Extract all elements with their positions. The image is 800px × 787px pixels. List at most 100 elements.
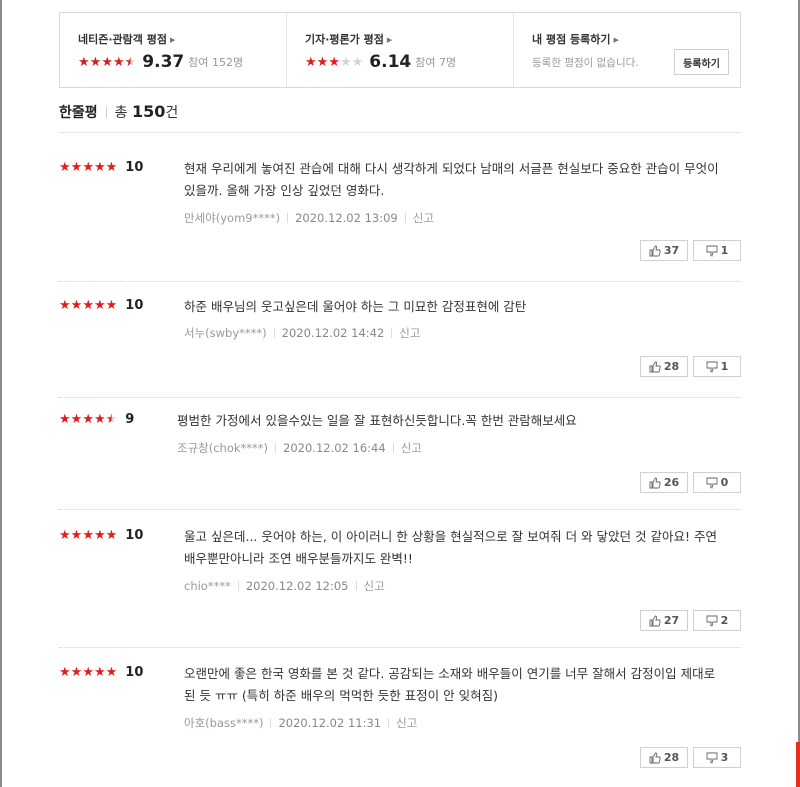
review-text: 하준 배우님의 웃고싶은데 울어야 하는 그 미묘한 감정표현에 감탄 xyxy=(184,299,527,314)
star-icon: ★ xyxy=(82,664,94,680)
report-link[interactable]: 신고 xyxy=(364,579,385,593)
star-icon: ★ xyxy=(82,527,94,543)
review-vote-buttons: 37 1 xyxy=(640,240,741,261)
review-rating: ★ ★ ★ ★ ★ 10 xyxy=(59,296,143,314)
review-date: 2020.12.02 16:44 xyxy=(283,441,386,455)
critic-stars: ★ ★ ★ ★ ★ xyxy=(305,56,363,69)
thumbs-up-icon xyxy=(649,752,664,764)
star-icon: ★ xyxy=(328,54,340,70)
accent-marker xyxy=(796,742,800,787)
thumbs-up-icon xyxy=(649,361,664,373)
meta-divider xyxy=(392,443,394,453)
review-author[interactable]: 조규창(chok****) xyxy=(177,441,268,455)
dislike-button[interactable]: 1 xyxy=(693,240,741,261)
review-author[interactable]: 아호(bass****) xyxy=(184,716,263,730)
review-item: ★ ★ ★ ★ ★ 9 평범한 가정에서 있을수있는 일을 잘 표현하신듯합니다.꼭 한… xyxy=(59,410,741,496)
star-icon: ★ xyxy=(70,527,83,543)
star-icon: ★ xyxy=(93,297,106,313)
review-meta: 아호(bass****) 2020.12.02 11:31 신고 xyxy=(184,715,417,731)
dislike-button[interactable]: 2 xyxy=(693,610,741,631)
critic-rating-title[interactable]: 기자·평론가 평점 ▶ xyxy=(305,33,513,47)
netizen-rating-title[interactable]: 네티즌·관람객 평점 ▶ xyxy=(78,33,286,47)
review-stars: ★ ★ ★ ★ ★ xyxy=(59,529,117,542)
dislike-count: 1 xyxy=(720,244,729,257)
netizen-participants: 참여 152명 xyxy=(188,56,244,69)
star-icon: ★ xyxy=(93,411,106,427)
like-button[interactable]: 28 xyxy=(640,356,688,377)
star-icon: ★ xyxy=(70,664,83,680)
review-date: 2020.12.02 14:42 xyxy=(281,326,385,340)
header-divider xyxy=(105,107,107,118)
review-stars: ★ ★ ★ ★ ★ xyxy=(59,161,117,174)
dislike-count: 3 xyxy=(720,751,729,764)
reviews-count-prefix: 총 xyxy=(114,105,132,121)
my-rating-title[interactable]: 내 평점 등록하기 ▶ xyxy=(532,33,740,47)
star-icon: ★ xyxy=(105,159,118,175)
report-link[interactable]: 신고 xyxy=(401,441,422,455)
review-text: 평범한 가정에서 있을수있는 일을 잘 표현하신듯합니다.꼭 한번 관람해보세요 xyxy=(177,413,577,428)
like-button[interactable]: 28 xyxy=(640,747,688,768)
review-item: ★ ★ ★ ★ ★ 10 울고 싶은데... 웃어야 하는, 이 아이러니 한 상황을 … xyxy=(59,526,741,634)
like-button[interactable]: 27 xyxy=(640,610,688,631)
dislike-count: 2 xyxy=(720,614,729,627)
report-link[interactable]: 신고 xyxy=(396,716,417,730)
thumbs-down-icon xyxy=(706,615,721,627)
dislike-button[interactable]: 3 xyxy=(693,747,741,768)
dislike-count: 1 xyxy=(720,360,729,373)
reviews-header-label: 한줄평 xyxy=(59,105,98,121)
rating-summary: 네티즌·관람객 평점 ▶ ★ ★ ★ ★ ★ 9.37 참여 152명 기자·평론가 평점… xyxy=(59,12,741,88)
meta-divider xyxy=(391,328,393,338)
dislike-button[interactable]: 0 xyxy=(693,472,741,493)
star-icon: ★ xyxy=(70,159,83,175)
review-stars: ★ ★ ★ ★ ★ xyxy=(59,299,117,312)
reviews-count-suffix: 건 xyxy=(165,105,179,121)
review-text: 울고 싶은데... 웃어야 하는, 이 아이러니 한 상황을 현실적으로 잘 보… xyxy=(184,529,717,566)
thumbs-down-icon xyxy=(706,752,721,764)
like-button[interactable]: 26 xyxy=(640,472,688,493)
netizen-rating: 네티즌·관람객 평점 ▶ ★ ★ ★ ★ ★ 9.37 참여 152명 xyxy=(60,13,286,87)
review-text: 현재 우리에게 놓여진 관습에 대해 다시 생각하게 되었다 남매의 서글픈 현… xyxy=(184,161,719,198)
dislike-button[interactable]: 1 xyxy=(693,356,741,377)
reviews-count: 150 xyxy=(131,102,166,121)
register-rating-button[interactable]: 등록하기 xyxy=(674,49,729,75)
star-icon: ★ xyxy=(82,159,94,175)
report-link[interactable]: 신고 xyxy=(413,211,434,225)
critic-participants: 참여 7명 xyxy=(415,56,457,69)
thumbs-up-icon xyxy=(649,615,664,627)
critic-score: 6.14 xyxy=(369,52,412,72)
review-score: 10 xyxy=(125,527,144,543)
review-date: 2020.12.02 13:09 xyxy=(295,211,398,225)
review-author[interactable]: 서누(swby****) xyxy=(184,326,267,340)
star-icon: ★ xyxy=(93,159,106,175)
star-icon: ★ xyxy=(59,297,71,313)
star-icon: ★ xyxy=(351,54,364,70)
star-icon: ★ xyxy=(101,54,113,70)
like-count: 27 xyxy=(663,614,680,627)
review-author[interactable]: 만세야(yom9****) xyxy=(184,211,280,225)
review-rating: ★ ★ ★ ★ ★ 10 xyxy=(59,526,143,544)
meta-divider xyxy=(273,328,275,338)
meta-divider xyxy=(275,443,277,453)
review-stars: ★ ★ ★ ★ ★ xyxy=(59,413,117,426)
my-rating-empty-text: 등록한 평점이 없습니다. xyxy=(532,56,639,69)
review-vote-buttons: 27 2 xyxy=(640,610,741,631)
meta-divider xyxy=(355,581,357,591)
caret-right-icon: ▶ xyxy=(169,36,176,44)
star-icon: ★ xyxy=(339,54,352,70)
star-icon: ★ xyxy=(70,411,83,427)
dislike-count: 0 xyxy=(720,476,729,489)
meta-divider xyxy=(270,718,272,728)
my-rating: 내 평점 등록하기 ▶ 등록한 평점이 없습니다. 등록하기 xyxy=(513,13,740,87)
critic-rating: 기자·평론가 평점 ▶ ★ ★ ★ ★ ★ 6.14 참여 7명 xyxy=(286,13,513,87)
star-icon: ★ xyxy=(59,664,71,680)
review-item: ★ ★ ★ ★ ★ 10 하준 배우님의 웃고싶은데 울어야 하는 그 미묘한 감정표현… xyxy=(59,296,741,380)
like-count: 28 xyxy=(663,360,680,373)
review-author[interactable]: chio**** xyxy=(184,579,231,593)
star-icon: ★ xyxy=(305,54,317,70)
star-icon: ★ xyxy=(93,664,106,680)
review-vote-buttons: 28 3 xyxy=(640,747,741,768)
report-link[interactable]: 신고 xyxy=(399,326,420,340)
like-button[interactable]: 37 xyxy=(640,240,688,261)
star-icon: ★ xyxy=(59,411,71,427)
star-icon: ★ xyxy=(105,411,118,427)
